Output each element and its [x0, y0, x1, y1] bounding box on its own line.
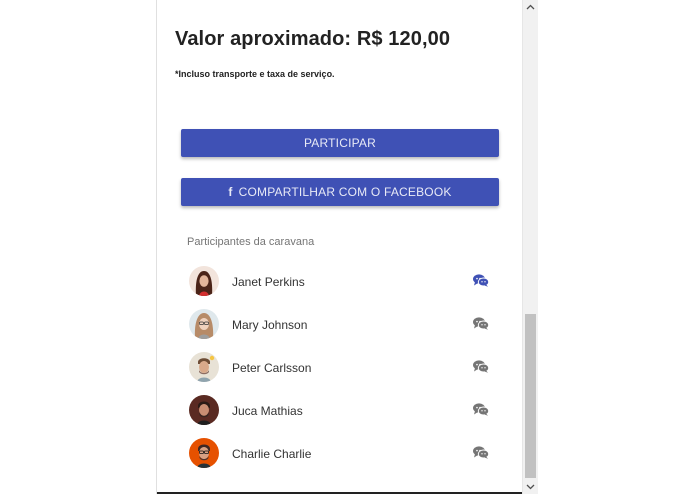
participant-row: Peter Carlsson	[189, 352, 499, 395]
participants-title: Participantes da caravana	[187, 236, 315, 248]
price-note: *Incluso transporte e taxa de serviço.	[175, 69, 335, 79]
avatar	[189, 352, 219, 382]
scroll-down-arrow-icon[interactable]	[523, 480, 538, 494]
participant-name: Janet Perkins	[232, 275, 305, 289]
approximate-price: Valor aproximado: R$ 120,00	[175, 28, 451, 50]
share-facebook-button[interactable]: f COMPARTILHAR COM O FACEBOOK	[181, 178, 499, 206]
participant-name: Juca Mathias	[232, 404, 303, 418]
participants-list: Janet Perkins Mary Johnson Peter Carlsso…	[189, 266, 499, 481]
chat-bubbles-icon[interactable]	[473, 274, 490, 287]
chat-bubbles-icon[interactable]	[473, 403, 490, 416]
avatar	[189, 438, 219, 468]
scroll-up-arrow-icon[interactable]	[523, 0, 538, 14]
chat-bubbles-icon[interactable]	[473, 317, 490, 330]
vertical-scrollbar[interactable]	[522, 0, 538, 494]
participant-row: Juca Mathias	[189, 395, 499, 438]
content-panel: Valor aproximado: R$ 120,00 *Incluso tra…	[157, 0, 538, 494]
participant-row: Janet Perkins	[189, 266, 499, 309]
scroll-content: Valor aproximado: R$ 120,00 *Incluso tra…	[157, 0, 522, 494]
chat-bubbles-icon[interactable]	[473, 446, 490, 459]
participant-row: Mary Johnson	[189, 309, 499, 352]
participant-name: Peter Carlsson	[232, 361, 312, 375]
participant-name: Mary Johnson	[232, 318, 308, 332]
facebook-icon: f	[228, 185, 233, 199]
avatar	[189, 266, 219, 296]
avatar	[189, 395, 219, 425]
participate-button[interactable]: PARTICIPAR	[181, 129, 499, 157]
scrollbar-thumb[interactable]	[525, 314, 536, 478]
participant-name: Charlie Charlie	[232, 447, 312, 461]
avatar	[189, 309, 219, 339]
share-facebook-button-label: COMPARTILHAR COM O FACEBOOK	[238, 185, 452, 199]
chat-bubbles-icon[interactable]	[473, 360, 490, 373]
participate-button-label: PARTICIPAR	[303, 136, 376, 150]
participant-row: Charlie Charlie	[189, 438, 499, 481]
